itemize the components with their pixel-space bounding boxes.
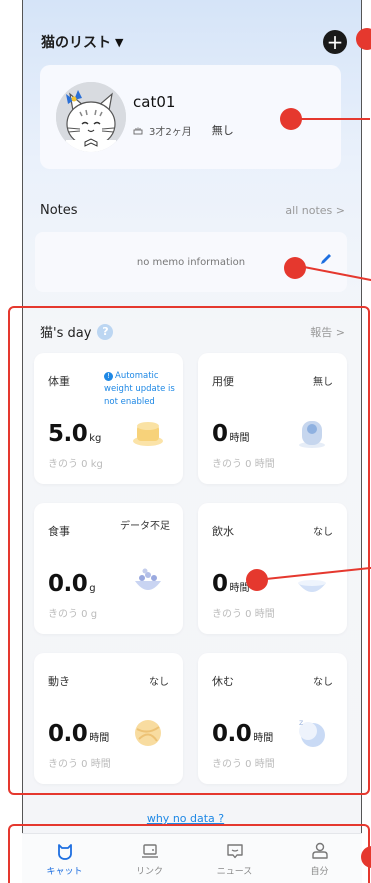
- annotation-box-tabbar: [8, 824, 370, 883]
- cat-avatar-icon: [56, 82, 126, 152]
- birthday-cake-icon: [133, 127, 143, 135]
- caret-down-icon: ▼: [115, 35, 124, 49]
- all-notes-link[interactable]: all notes >: [285, 204, 345, 217]
- annotation-marker: [280, 108, 302, 130]
- plus-icon: +: [326, 30, 344, 54]
- avatar: [56, 82, 126, 152]
- annotation-marker: [356, 28, 371, 50]
- page-title: 猫のリスト: [41, 35, 111, 51]
- notes-title: Notes: [40, 203, 78, 218]
- cat-list-selector[interactable]: 猫のリスト ▼: [41, 32, 123, 52]
- annotation-line: [300, 118, 370, 120]
- cat-meta: 3才2ヶ月 無し: [133, 122, 234, 138]
- add-cat-button[interactable]: +: [323, 30, 347, 54]
- annotation-marker: [246, 569, 268, 591]
- cat-age: 3才2ヶ月: [149, 126, 192, 138]
- notes-header: Notes all notes >: [40, 203, 345, 218]
- pencil-icon[interactable]: [319, 252, 333, 266]
- annotation-marker: [284, 257, 306, 279]
- cat-status: 無し: [211, 124, 234, 137]
- header-bar: 猫のリスト ▼ +: [41, 30, 347, 54]
- cat-name: cat01: [133, 93, 176, 111]
- notes-empty-text: no memo information: [136, 256, 246, 268]
- annotation-box-cats-day: [8, 306, 370, 795]
